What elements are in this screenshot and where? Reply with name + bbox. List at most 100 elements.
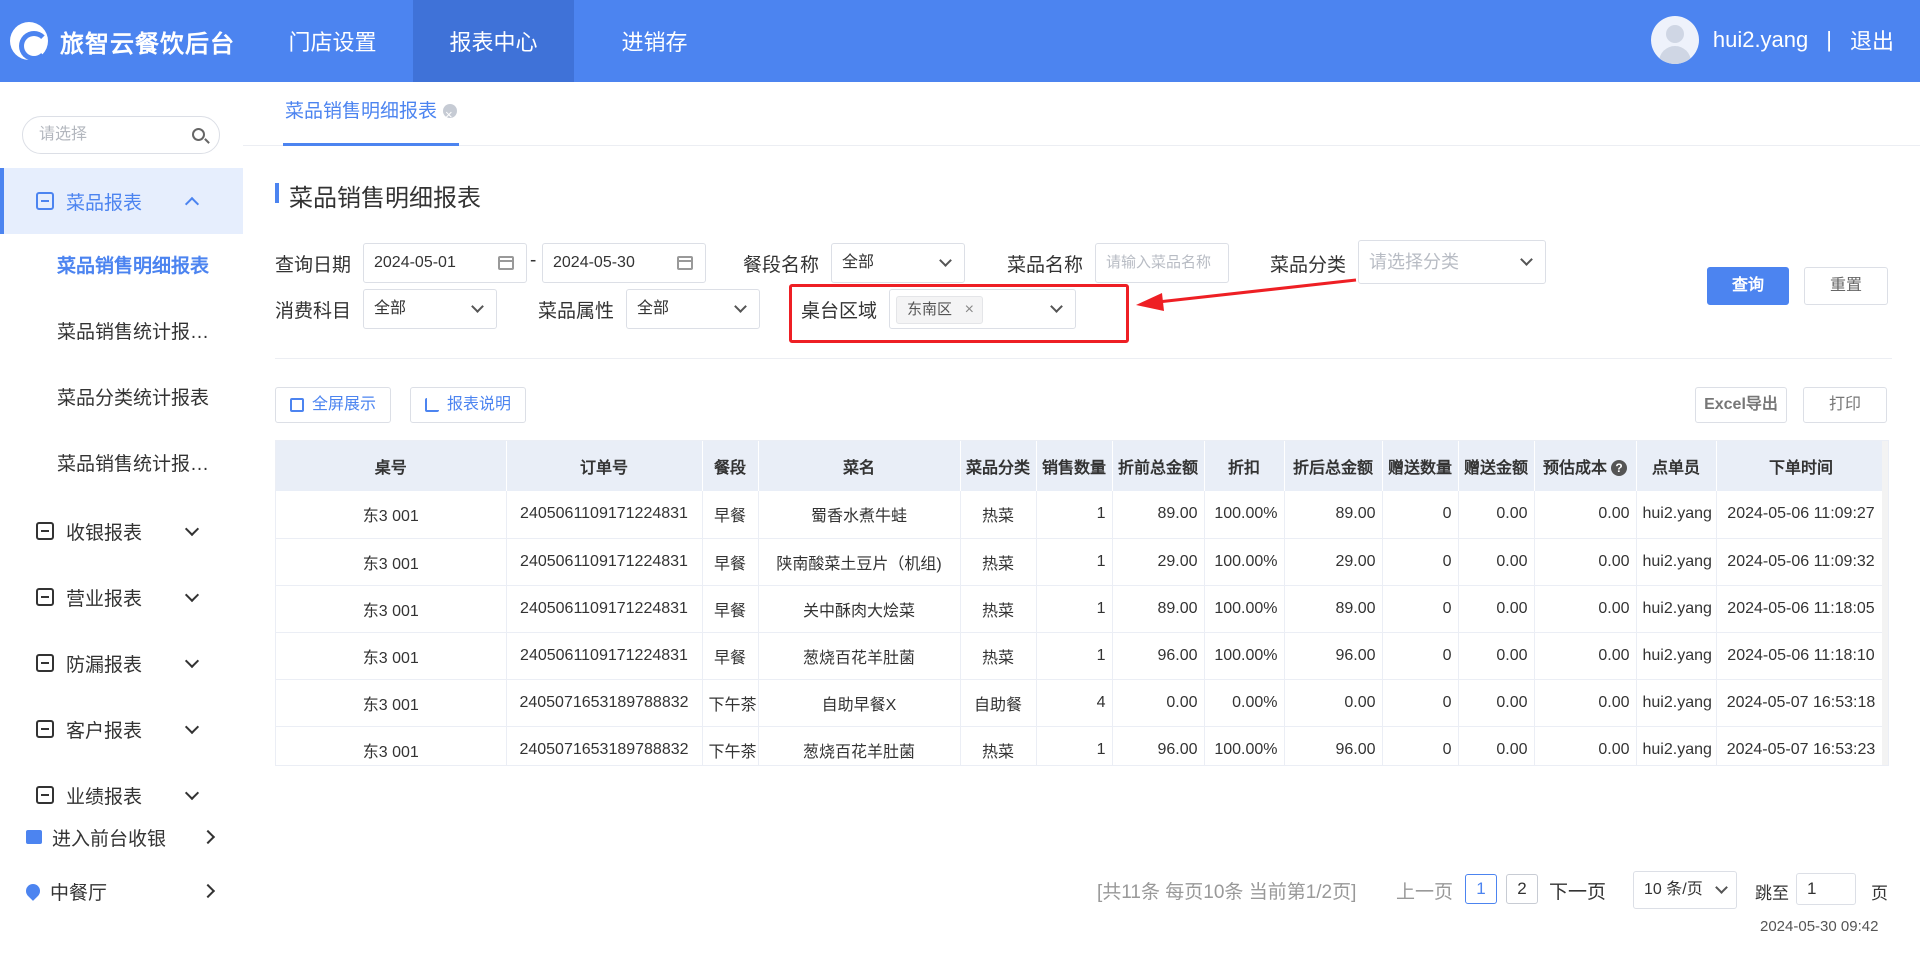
table-cell: 29.00 xyxy=(1284,538,1383,586)
fullscreen-button[interactable]: 全屏展示 xyxy=(275,387,392,423)
table-cell: 东3 001 xyxy=(276,538,507,586)
dish-attribute-value: 全部 xyxy=(637,300,670,317)
top-bar: 旅智云餐饮后台 门店设置 报表中心 进销存 hui2.yang | 退出 xyxy=(0,0,1920,82)
sidebar-group-cashier-reports[interactable]: 收银报表 xyxy=(0,498,243,564)
column-header-label: 点单员 xyxy=(1651,460,1700,477)
table-cell: 1 xyxy=(1036,538,1113,586)
report-explain-button[interactable]: 报表说明 xyxy=(410,387,527,423)
table-cell: 0.00 xyxy=(1534,585,1637,633)
table-cell: 1 xyxy=(1036,491,1113,539)
nav-store-settings[interactable]: 门店设置 xyxy=(252,0,413,82)
date-end-input[interactable]: 2024-05-30 xyxy=(542,243,706,283)
column-header: 赠送数量 xyxy=(1382,441,1459,491)
table-row: 东3 001 2405071653189788832 下午茶 自助早餐X 自助餐 4 0.0… xyxy=(276,679,1887,727)
meal-period-select[interactable]: 全部 xyxy=(831,243,965,283)
table-row: 东3 001 2405061109171224831 早餐 关中酥肉大烩菜 热菜 1 89.… xyxy=(276,585,1887,633)
date-start-value: 2024-05-01 xyxy=(374,254,456,271)
sidebar-item-dish-sales-stats[interactable]: 菜品销售统计报… xyxy=(0,300,243,366)
excel-export-button[interactable]: Excel导出 xyxy=(1695,387,1787,423)
sidebar-group-business-reports[interactable]: 营业报表 xyxy=(0,564,243,630)
filter-divider xyxy=(275,358,1892,359)
table-cell: 0.00 xyxy=(1534,632,1637,680)
query-button[interactable]: 查询 xyxy=(1707,267,1789,305)
dish-attribute-label: 菜品属性 xyxy=(538,301,615,322)
table-cell: 2405071653189788832 xyxy=(506,679,703,727)
table-cell: hui2.yang xyxy=(1636,538,1717,586)
table-cell: 热菜 xyxy=(960,632,1037,680)
sidebar-group-label: 收银报表 xyxy=(66,522,143,544)
column-header: 折扣 xyxy=(1204,441,1285,491)
table-cell: hui2.yang xyxy=(1636,679,1717,727)
sidebar-group-leak-reports[interactable]: 防漏报表 xyxy=(0,630,243,696)
page-size-value: 10 条/页 xyxy=(1644,881,1703,898)
column-header: 桌号 xyxy=(276,441,507,491)
jump-page-input[interactable]: 1 xyxy=(1796,873,1856,905)
next-page-button[interactable]: 下一页 xyxy=(1549,877,1606,904)
link-label: 进入前台收银 xyxy=(52,828,167,850)
dish-category-select[interactable]: 请选择分类 xyxy=(1358,240,1546,284)
monitor-icon xyxy=(26,830,42,844)
date-start-input[interactable]: 2024-05-01 xyxy=(363,243,527,283)
table-cell: 0 xyxy=(1382,726,1459,765)
table-cell: 2405061109171224831 xyxy=(506,585,703,633)
sidebar-group-dish-reports[interactable]: 菜品报表 xyxy=(0,168,243,234)
table-scrollbar[interactable] xyxy=(1882,441,1888,765)
sidebar-item-dish-sales-detail[interactable]: 菜品销售明细报表 xyxy=(0,234,243,300)
customer-icon xyxy=(36,720,54,738)
table-cell: 96.00 xyxy=(1112,726,1205,765)
table-cell: 热菜 xyxy=(960,491,1037,539)
help-icon[interactable]: ? xyxy=(1611,460,1627,476)
table-cell: 1 xyxy=(1036,585,1113,633)
date-separator: - xyxy=(530,250,537,271)
table-cell: 2024-05-06 11:09:27 xyxy=(1716,491,1887,539)
sidebar-group-label: 营业报表 xyxy=(66,588,143,610)
tab-dish-sales-detail[interactable]: 菜品销售明细报表 xyxy=(283,82,460,146)
table-cell: 0.00 xyxy=(1458,538,1535,586)
column-header: 订单号 xyxy=(506,441,703,491)
print-button[interactable]: 打印 xyxy=(1803,387,1887,423)
table-cell: 自助餐 xyxy=(960,679,1037,727)
report-timestamp: 2024-05-30 09:42 xyxy=(1760,918,1879,935)
cashier-icon xyxy=(36,522,54,540)
table-cell: 100.00% xyxy=(1204,585,1285,633)
column-header: 预估成本? xyxy=(1534,441,1637,491)
consumption-subject-select[interactable]: 全部 xyxy=(363,289,497,329)
column-header-label: 菜品分类 xyxy=(965,460,1030,477)
avatar[interactable] xyxy=(1650,16,1699,64)
logout-link[interactable]: 退出 xyxy=(1850,24,1894,56)
table-cell: 东3 001 xyxy=(276,585,507,633)
close-icon[interactable] xyxy=(443,85,458,145)
pagination-summary: [共11条 每页10条 当前第1/2页] xyxy=(1097,882,1357,903)
nav-inventory[interactable]: 进销存 xyxy=(574,0,735,82)
column-header-label: 折前总金额 xyxy=(1117,460,1198,477)
page-1-button[interactable]: 1 xyxy=(1465,874,1497,904)
table-cell: 0.00 xyxy=(1112,679,1205,727)
sidebar-item-dish-category-stats[interactable]: 菜品分类统计报表 xyxy=(0,366,243,432)
enter-front-cashier-link[interactable]: 进入前台收银 xyxy=(0,812,243,862)
table-header-row: 桌号 订单号 餐段 菜名 菜品分类 销售数量 折前总金额 折扣 折后总金额 赠送数量 赠送金额 预估成… xyxy=(276,441,1887,491)
sidebar-item-dish-sales-stats-2[interactable]: 菜品销售统计报… xyxy=(0,432,243,498)
prev-page-button[interactable]: 上一页 xyxy=(1396,877,1453,904)
page-size-select[interactable]: 10 条/页 xyxy=(1633,871,1737,909)
table-cell: 0.00 xyxy=(1458,491,1535,539)
reset-button[interactable]: 重置 xyxy=(1804,267,1888,305)
sidebar-group-customer-reports[interactable]: 客户报表 xyxy=(0,696,243,762)
chevron-right-icon xyxy=(200,883,216,899)
table-cell: 100.00% xyxy=(1204,632,1285,680)
report-table: 桌号 订单号 餐段 菜名 菜品分类 销售数量 折前总金额 折扣 折后总金额 赠送数量 赠送金额 预估成… xyxy=(275,440,1889,766)
table-cell: 89.00 xyxy=(1284,491,1383,539)
column-header-label: 赠送金额 xyxy=(1463,460,1528,477)
username[interactable]: hui2.yang xyxy=(1713,27,1808,53)
table-cell: 96.00 xyxy=(1112,632,1205,680)
search-icon[interactable] xyxy=(192,128,205,141)
nav-report-center[interactable]: 报表中心 xyxy=(413,0,574,82)
dish-attribute-select[interactable]: 全部 xyxy=(626,289,760,329)
chevron-down-icon xyxy=(184,785,200,801)
sidebar-search-input[interactable]: 请选择 xyxy=(22,116,220,154)
table-cell: 0.00 xyxy=(1458,585,1535,633)
page-unit-label: 页 xyxy=(1871,884,1888,903)
bar-chart-icon xyxy=(425,398,439,412)
store-selector-link[interactable]: 中餐厅 xyxy=(0,866,243,916)
table-cell: 89.00 xyxy=(1112,585,1205,633)
page-2-button[interactable]: 2 xyxy=(1506,874,1538,904)
